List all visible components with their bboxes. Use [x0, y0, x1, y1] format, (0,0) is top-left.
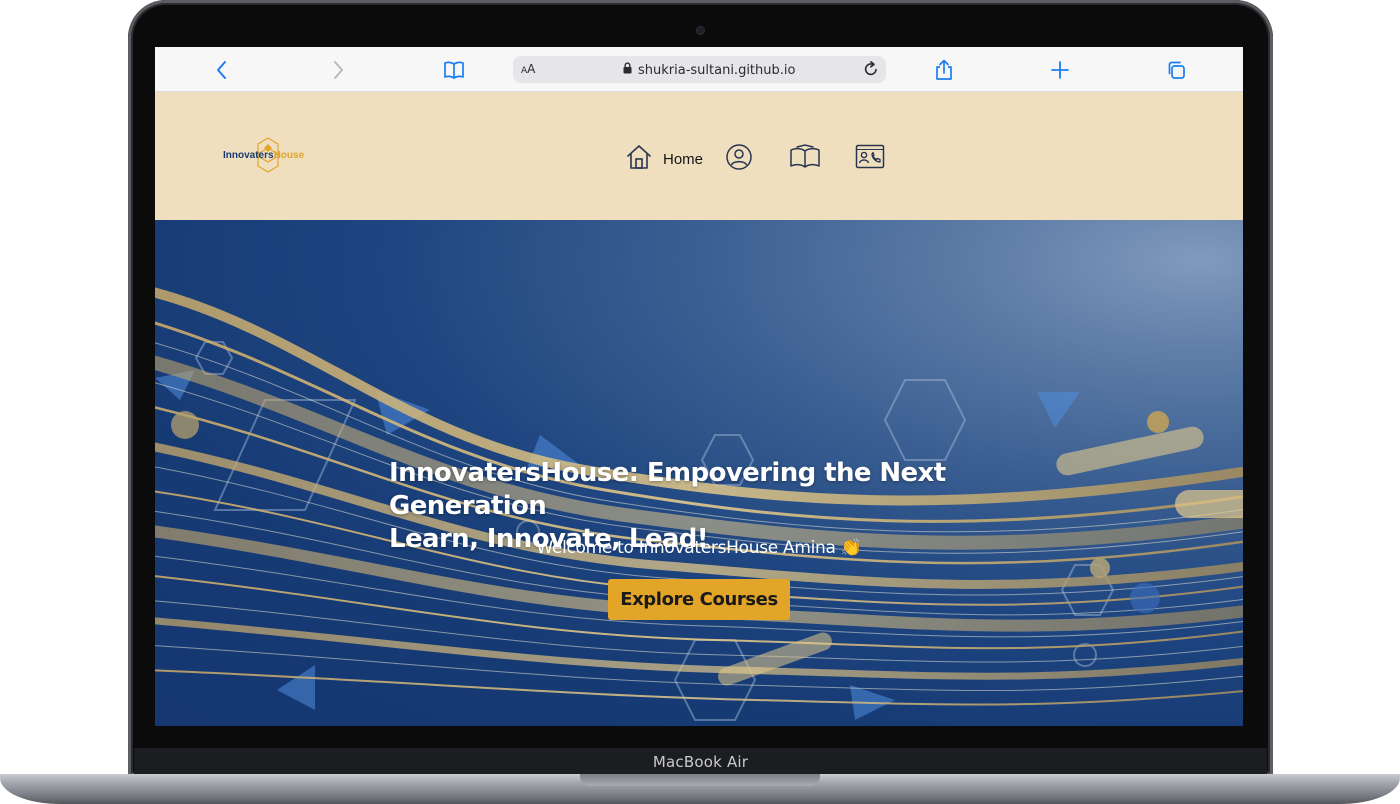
main-nav: Home: [625, 143, 907, 176]
hero-welcome-text: Welcome to InnovatersHouse Amina 👏: [536, 538, 862, 558]
device-label: MacBook Air: [652, 753, 749, 771]
nav-item-profile[interactable]: [725, 143, 753, 176]
contact-card-icon: [855, 144, 885, 175]
nav-item-contact[interactable]: [855, 144, 885, 175]
hero-title-line1: InnovatersHouse: Empovering the Next Gen…: [389, 458, 946, 521]
plus-icon[interactable]: [1047, 57, 1073, 83]
chevron-right-icon[interactable]: [325, 57, 351, 83]
share-icon[interactable]: [931, 57, 957, 83]
address-bar[interactable]: AA shukria-sultani.github.io: [513, 56, 886, 83]
explore-courses-button[interactable]: Explore Courses: [608, 579, 790, 620]
url-text: shukria-sultani.github.io: [638, 62, 796, 78]
home-icon: [625, 144, 653, 175]
reload-icon[interactable]: [862, 60, 880, 83]
browser-toolbar: AA shukria-sultani.github.io: [155, 47, 1243, 92]
site-header: InnovatersHouse Home: [155, 92, 1243, 220]
laptop-base-notch: [580, 774, 820, 786]
nav-label-home: Home: [663, 151, 704, 168]
nav-item-courses[interactable]: [789, 144, 821, 175]
laptop-frame: AA shukria-sultani.github.io InnovatersH…: [0, 0, 1400, 804]
hero-section: InnovatersHouse: Empovering the Next Gen…: [155, 220, 1243, 726]
lock-icon: [623, 61, 632, 79]
open-book-icon: [789, 144, 821, 175]
chevron-left-icon[interactable]: [209, 57, 235, 83]
text-size-button[interactable]: AA: [521, 62, 535, 76]
logo-text-part2: House: [273, 150, 305, 161]
nav-item-home[interactable]: Home: [625, 144, 703, 175]
camera-icon: [697, 27, 704, 34]
screen: AA shukria-sultani.github.io InnovatersH…: [155, 47, 1243, 726]
tabs-icon[interactable]: [1163, 57, 1189, 83]
book-icon[interactable]: [441, 57, 467, 83]
logo-text-part1: Innovaters: [223, 150, 274, 161]
laptop-chin: MacBook Air: [134, 748, 1267, 776]
site-logo[interactable]: InnovatersHouse: [220, 136, 320, 176]
user-circle-icon: [725, 143, 753, 176]
